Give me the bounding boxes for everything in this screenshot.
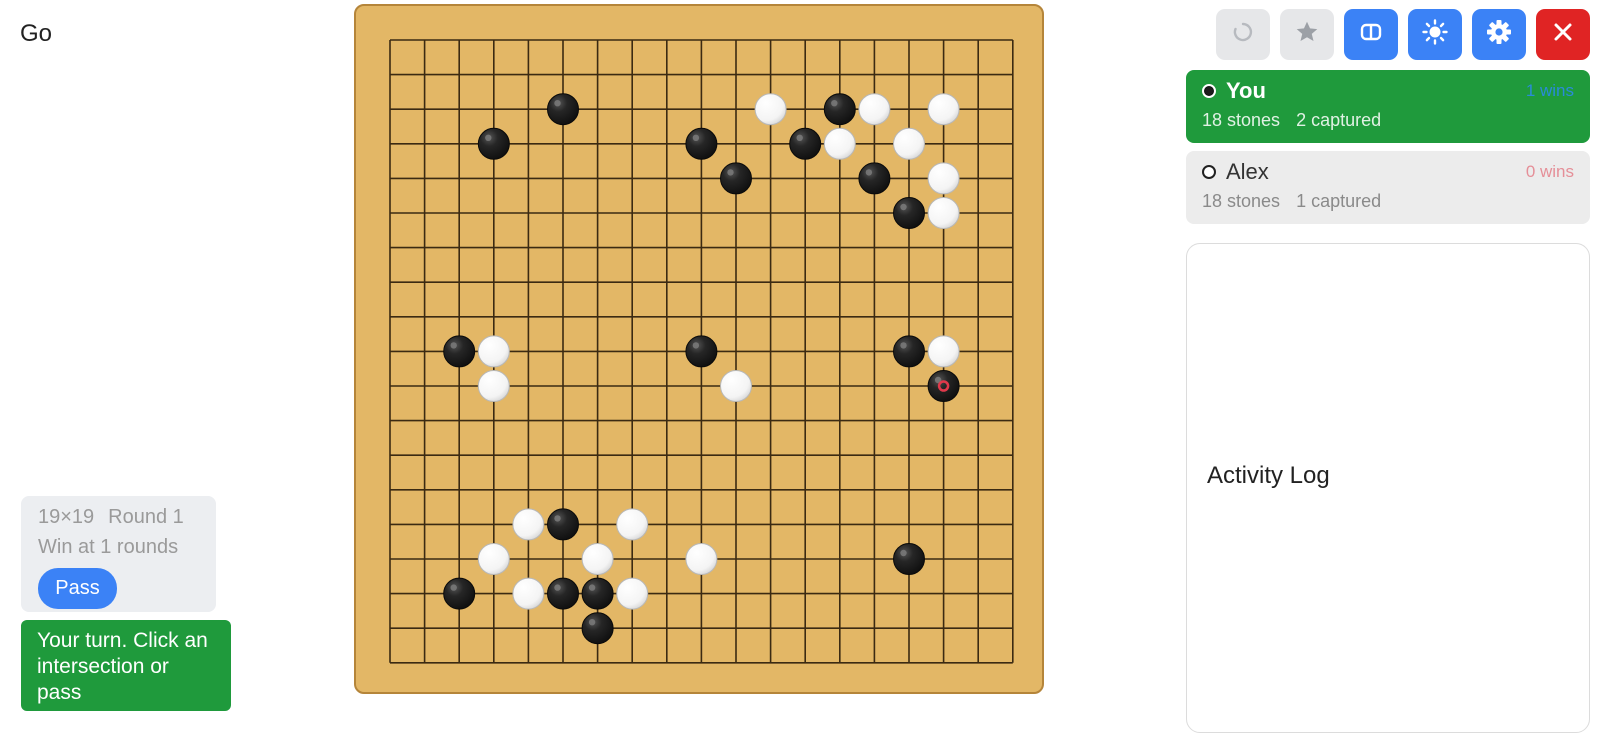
activity-log-title: Activity Log xyxy=(1207,462,1330,489)
player-captured: 1 captured xyxy=(1296,191,1382,211)
white-stone xyxy=(858,93,891,126)
white-stone xyxy=(927,335,960,368)
black-stone xyxy=(443,335,476,368)
player-stones: 18 stones xyxy=(1202,110,1281,130)
refresh-button[interactable] xyxy=(1216,9,1270,60)
black-stone xyxy=(893,197,925,229)
white-stone xyxy=(927,93,960,126)
black-stone xyxy=(858,162,891,195)
black-stone xyxy=(789,127,822,160)
white-stone-icon xyxy=(1202,165,1216,179)
player-wins: 1 wins xyxy=(1525,81,1574,100)
player-card-alex: Alex 0 wins 18 stones 1 captured xyxy=(1186,151,1590,224)
black-stone xyxy=(685,335,718,368)
white-stone xyxy=(477,543,510,575)
white-stone xyxy=(823,127,856,160)
round-label: Round 1 xyxy=(108,506,184,528)
black-stone xyxy=(581,612,614,645)
refresh-icon xyxy=(1232,21,1254,48)
white-stone xyxy=(512,508,545,541)
black-stone-icon xyxy=(1202,84,1216,98)
close-icon xyxy=(1552,21,1574,48)
star-icon xyxy=(1294,19,1320,50)
black-stone xyxy=(685,127,718,160)
black-stone xyxy=(477,127,510,160)
black-stone xyxy=(547,93,579,126)
white-stone xyxy=(477,370,510,402)
black-stone xyxy=(547,508,579,541)
theme-button[interactable] xyxy=(1408,9,1462,60)
player-stones: 18 stones xyxy=(1202,191,1281,211)
black-stone xyxy=(823,93,856,126)
white-stone xyxy=(477,335,510,368)
pass-button[interactable]: Pass xyxy=(38,568,117,609)
gear-icon xyxy=(1485,18,1513,51)
black-stone xyxy=(927,370,960,402)
white-stone xyxy=(893,127,925,160)
player-card-you: You 1 wins 18 stones 2 captured xyxy=(1186,70,1590,143)
white-stone xyxy=(720,370,752,402)
white-stone xyxy=(512,577,545,610)
black-stone xyxy=(581,577,614,610)
player-name: You xyxy=(1226,78,1266,103)
black-stone xyxy=(720,162,752,195)
black-stone xyxy=(443,577,476,610)
white-stone xyxy=(616,508,649,541)
black-stone xyxy=(893,543,925,575)
app-title: Go xyxy=(20,20,53,47)
player-name: Alex xyxy=(1226,159,1269,184)
status-message: Your turn. Click an intersection or pass xyxy=(21,620,231,711)
board-grid[interactable] xyxy=(356,6,1042,692)
black-stone xyxy=(547,577,579,610)
star-button[interactable] xyxy=(1280,9,1334,60)
white-stone xyxy=(927,162,960,195)
board-size: 19×19 xyxy=(38,506,95,528)
white-stone xyxy=(685,543,718,575)
white-stone xyxy=(927,197,960,229)
activity-log[interactable]: Activity Log xyxy=(1186,243,1590,733)
go-board[interactable] xyxy=(354,4,1044,694)
player-captured: 2 captured xyxy=(1296,110,1382,130)
layout-icon xyxy=(1359,20,1383,49)
toolbar xyxy=(1216,9,1590,60)
white-stone xyxy=(581,543,614,575)
close-button[interactable] xyxy=(1536,9,1590,60)
layout-button[interactable] xyxy=(1344,9,1398,60)
player-wins: 0 wins xyxy=(1525,162,1574,181)
game-info: 19×19 Round 1 Win at 1 rounds Pass xyxy=(21,496,216,612)
white-stone xyxy=(616,577,649,610)
brightness-icon xyxy=(1421,18,1449,51)
white-stone xyxy=(754,93,787,126)
win-condition: Win at 1 rounds xyxy=(38,536,179,558)
settings-button[interactable] xyxy=(1472,9,1526,60)
black-stone xyxy=(893,335,925,368)
